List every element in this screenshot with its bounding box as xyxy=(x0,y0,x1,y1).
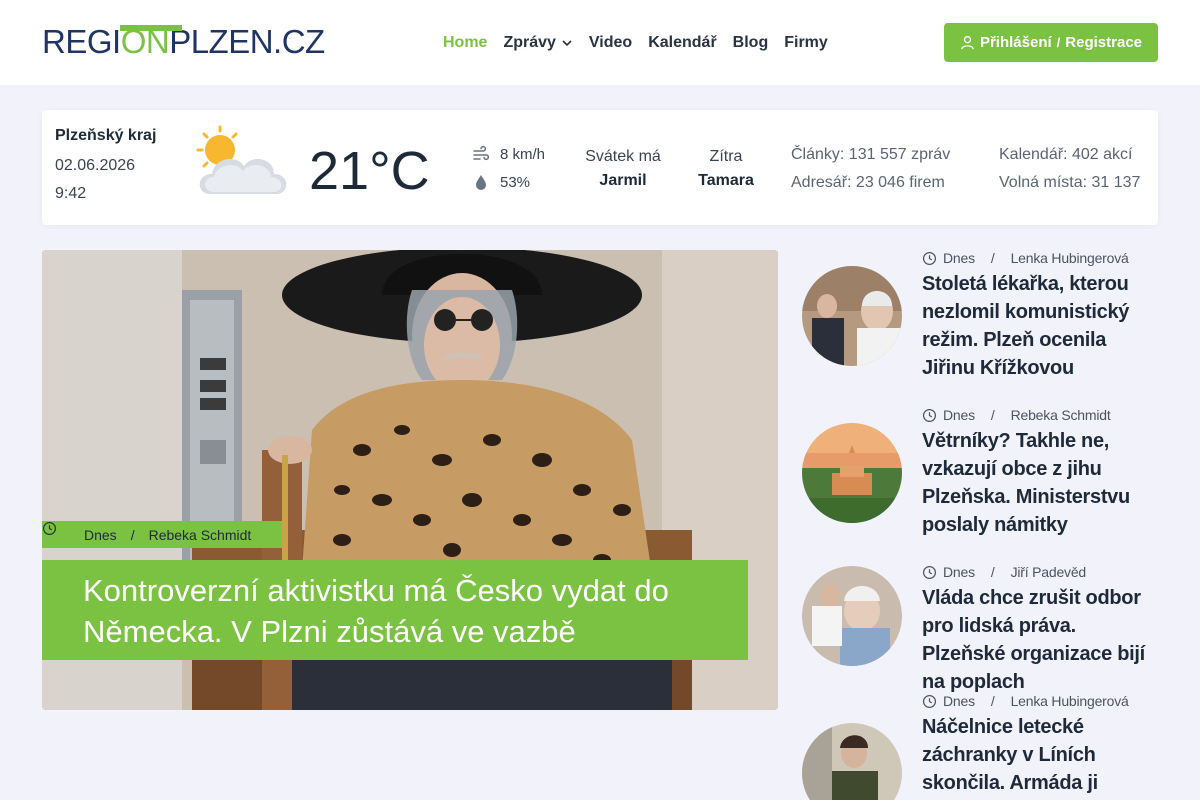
hero-separator: / xyxy=(130,526,135,543)
side-article-thumbnail[interactable] xyxy=(802,723,902,800)
nav-blog[interactable]: Blog xyxy=(733,34,769,52)
side-article-author[interactable]: Jiří Padevěd xyxy=(1011,564,1087,580)
current-time: 9:42 xyxy=(55,185,87,202)
side-article-thumbnail[interactable] xyxy=(802,266,902,366)
register-label: Registrace xyxy=(1065,34,1143,51)
humidity: 53% xyxy=(472,173,530,191)
side-article[interactable]: Dnes / Rebeka Schmidt Větrníky? Takhle n… xyxy=(802,407,1162,547)
nameday-tomorrow: Zítra Tamara xyxy=(694,145,758,193)
hero-date: Dnes xyxy=(84,526,117,543)
clock-icon xyxy=(42,521,57,536)
side-article-author[interactable]: Lenka Hubingerová xyxy=(1011,693,1129,709)
side-article-meta: Dnes / Lenka Hubingerová xyxy=(922,250,1129,266)
clock-icon xyxy=(922,565,937,579)
side-article-author[interactable]: Rebeka Schmidt xyxy=(1011,407,1111,423)
side-article-title[interactable]: Vláda chce zrušit odbor pro lidská práva… xyxy=(922,584,1162,696)
logo-part-regi: REGI xyxy=(42,23,121,60)
nav-zpravy-label: Zprávy xyxy=(503,34,556,51)
side-article[interactable]: Dnes / Lenka Hubingerová Stoletá lékařka… xyxy=(802,250,1162,390)
side-article-image xyxy=(802,266,902,366)
side-article-title[interactable]: Větrníky? Takhle ne, vzkazují obce z jih… xyxy=(922,427,1162,539)
wind-speed: 8 km/h xyxy=(472,145,545,163)
side-article-separator: / xyxy=(990,407,995,423)
side-article-separator: / xyxy=(990,564,995,580)
side-article[interactable]: Dnes / Jiří Padevěd Vláda chce zrušit od… xyxy=(802,564,1162,693)
main-nav: Home Zprávy Video Kalendář Blog Firmy xyxy=(443,32,828,54)
side-article-meta: Dnes / Jiří Padevěd xyxy=(922,564,1086,580)
side-article-date: Dnes xyxy=(943,564,975,580)
logo-part-plzen: PLZEN.CZ xyxy=(169,23,325,60)
login-separator: / xyxy=(1056,35,1061,50)
current-date: 02.06.2026 xyxy=(55,157,136,174)
side-article[interactable]: Dnes / Lenka Hubingerová Náčelnice letec… xyxy=(802,693,1162,800)
info-bar: Plzeňský kraj 02.06.2026 9:42 21°C 8 km/… xyxy=(42,110,1158,225)
wind-icon xyxy=(473,145,490,161)
side-article-image xyxy=(802,723,902,800)
wind-value: 8 km/h xyxy=(500,145,546,163)
side-article-title[interactable]: Náčelnice letecké záchranky v Líních sko… xyxy=(922,713,1162,797)
clock-icon xyxy=(922,694,937,708)
side-article-date: Dnes xyxy=(943,250,975,266)
chevron-down-icon xyxy=(562,40,572,47)
hero-article[interactable]: Dnes / Rebeka Schmidt Kontroverzní aktiv… xyxy=(42,250,778,710)
clock-icon xyxy=(922,408,937,422)
login-label: Přihlášení xyxy=(979,34,1052,51)
site-header: REGI ON PLZEN.CZ Home Zprávy Video Kalendá… xyxy=(0,0,1200,85)
hero-title[interactable]: Kontroverzní aktivistku má Česko vydat d… xyxy=(83,570,730,652)
login-register-button[interactable]: Přihlášení / Registrace xyxy=(944,23,1158,62)
side-article-image xyxy=(802,423,902,523)
side-article-image xyxy=(802,566,902,666)
nav-home[interactable]: Home xyxy=(443,34,487,52)
side-article-separator: / xyxy=(990,250,995,266)
clock-icon xyxy=(922,251,937,265)
humidity-value: 53% xyxy=(500,173,531,191)
logo-text: REGI ON PLZEN.CZ xyxy=(42,22,325,62)
side-article-date: Dnes xyxy=(943,407,975,423)
nameday-name: Jarmil xyxy=(599,172,647,189)
side-article-meta: Dnes / Lenka Hubingerová xyxy=(922,693,1129,709)
side-article-thumbnail[interactable] xyxy=(802,423,902,523)
nav-kalendar[interactable]: Kalendář xyxy=(648,34,716,52)
nav-firmy[interactable]: Firmy xyxy=(784,34,828,52)
tomorrow-name: Tamara xyxy=(698,172,754,189)
logo-part-on: ON xyxy=(120,23,170,60)
stat-directory[interactable]: Adresář: 23 046 firem xyxy=(791,174,945,192)
side-article-thumbnail[interactable] xyxy=(802,566,902,666)
region-name: Plzeňský kraj xyxy=(55,127,157,144)
tomorrow-label: Zítra xyxy=(709,148,743,165)
stat-jobs[interactable]: Volná místa: 31 137 xyxy=(999,174,1140,192)
hero-author[interactable]: Rebeka Schmidt xyxy=(149,527,252,543)
side-article-author[interactable]: Lenka Hubingerová xyxy=(1011,250,1129,266)
side-article-meta: Dnes / Rebeka Schmidt xyxy=(922,407,1111,423)
water-drop-icon xyxy=(476,175,486,190)
stat-calendar[interactable]: Kalendář: 402 akcí xyxy=(999,146,1132,164)
hero-title-box[interactable]: Kontroverzní aktivistku má Česko vydat d… xyxy=(42,560,748,660)
temperature: 21°C xyxy=(309,141,430,201)
side-article-title[interactable]: Stoletá lékařka, kterou nezlomil komunis… xyxy=(922,270,1162,382)
nav-zpravy[interactable]: Zprávy xyxy=(503,34,572,52)
partly-cloudy-icon xyxy=(196,125,287,194)
nameday-today: Svátek má Jarmil xyxy=(582,145,664,193)
hero-meta: Dnes / Rebeka Schmidt xyxy=(42,521,282,548)
user-icon xyxy=(961,36,974,50)
nav-video[interactable]: Video xyxy=(589,34,632,52)
side-article-separator: / xyxy=(990,693,995,709)
nameday-label: Svátek má xyxy=(585,148,661,165)
site-logo[interactable]: REGI ON PLZEN.CZ xyxy=(42,22,325,62)
side-article-date: Dnes xyxy=(943,693,975,709)
stat-articles[interactable]: Články: 131 557 zpráv xyxy=(791,146,950,164)
